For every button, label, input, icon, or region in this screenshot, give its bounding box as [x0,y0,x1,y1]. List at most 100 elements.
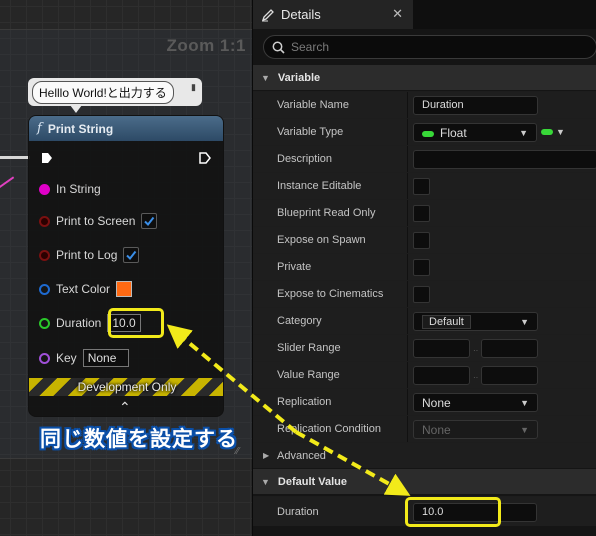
expose-to-cinematics-checkbox[interactable] [413,286,430,303]
variable-type-label: Variable Type [277,126,344,138]
comment-tail [70,105,82,113]
expose-on-spawn-checkbox[interactable] [413,232,430,249]
in-string-label: In String [56,182,101,196]
row-replication: Replication None ▼ [253,388,596,416]
text-color-swatch[interactable] [116,281,133,297]
row-blueprint-read-only: Blueprint Read Only [253,199,596,227]
exec-in-pin-icon[interactable] [41,152,53,164]
expose-to-cinematics-label: Expose to Cinematics [277,288,384,300]
print-to-screen-label: Print to Screen [56,214,136,228]
advanced-label: Advanced [277,450,326,462]
chevron-right-icon: ▶ [263,451,270,460]
section-variable[interactable]: ▼ Variable [253,65,596,90]
chevron-down-icon: ▼ [520,316,529,327]
slider-range-min-input[interactable] [413,339,470,358]
variable-name-input[interactable]: Duration [413,96,538,115]
private-label: Private [277,261,312,273]
struct-pin-icon[interactable] [39,283,50,295]
pencil-icon [261,8,274,21]
blueprint-read-only-label: Blueprint Read Only [277,207,376,219]
function-icon: f [37,121,42,136]
row-description: Description [253,145,596,173]
default-duration-label: Duration [277,506,319,518]
duration-label: Duration [56,316,102,330]
close-icon[interactable]: ✕ [392,6,403,22]
key-input[interactable]: None [82,349,129,367]
single-container-icon [541,129,553,135]
category-value: Default [422,314,471,329]
description-input[interactable] [413,150,596,169]
chevron-up-icon[interactable]: ⌃ [119,399,131,416]
print-to-log-label: Print to Log [56,248,118,262]
chevron-down-icon: ▼ [520,424,529,435]
section-default-value-label: Default Value [277,475,347,488]
bool-pin-icon[interactable] [39,215,50,227]
replication-value: None [422,395,451,410]
in-string-pin-row[interactable]: In String [39,179,101,199]
print-to-screen-checkbox[interactable] [141,213,158,229]
development-only-label: Development Only [77,380,177,394]
chevron-down-icon: ▼ [261,476,270,487]
print-to-screen-row[interactable]: Print to Screen [39,211,158,231]
key-pin-row[interactable]: Key None [39,348,129,368]
comment-bubble[interactable]: Helllo World!と出力する ▮ [28,78,202,106]
tab-bar: Details ✕ [253,0,596,29]
float-pin-icon[interactable] [39,317,50,329]
duration-highlight-box [108,308,164,338]
blueprint-graph[interactable]: Zoom 1:1 Helllo World!と出力する ▮ f Print St… [0,0,252,536]
string-pin-icon[interactable] [39,183,50,195]
details-panel: Details ✕ ▼ Variable Variable Name Durat… [252,0,596,536]
instance-editable-checkbox[interactable] [413,178,430,195]
checkmark-icon [144,216,155,227]
checkmark-icon [126,250,137,261]
variable-type-dropdown[interactable]: Float ▼ [413,123,537,142]
tab-title: Details [281,7,321,22]
pin-icon[interactable]: ▮ [191,82,199,94]
row-private: Private [253,253,596,281]
replication-dropdown[interactable]: None ▼ [413,393,538,412]
variable-name-label: Variable Name [277,99,349,111]
print-to-log-row[interactable]: Print to Log [39,245,140,265]
chevron-down-icon: ▼ [519,127,528,138]
node-header[interactable]: f Print String [29,116,223,141]
row-expose-to-cinematics: Expose to Cinematics [253,280,596,308]
text-color-label: Text Color [56,282,111,296]
category-dropdown[interactable]: Default ▼ [413,312,538,331]
annotation-text: 同じ数値を設定する [40,428,238,451]
exec-out-pin-icon[interactable] [199,152,211,164]
row-replication-condition: Replication Condition None ▼ [253,415,596,443]
description-label: Description [277,153,333,165]
bool-pin-icon[interactable] [39,249,50,261]
row-category: Category Default ▼ [253,307,596,335]
replication-condition-value: None [422,422,451,437]
search-icon [272,41,285,54]
chevron-down-icon: ▼ [556,127,565,137]
replication-condition-label: Replication Condition [277,423,381,435]
value-range-min-input[interactable] [413,366,470,385]
search-box[interactable] [263,35,596,59]
slider-range-max-input[interactable] [481,339,538,358]
name-pin-icon[interactable] [39,352,50,364]
zoom-label: Zoom 1:1 [166,36,246,55]
slider-range-label: Slider Range [277,342,341,354]
key-label: Key [56,351,77,365]
text-color-row[interactable]: Text Color [39,279,133,299]
value-range-max-input[interactable] [481,366,538,385]
search-input[interactable] [291,40,571,54]
row-slider-range: Slider Range ·· [253,334,596,362]
container-type-dropdown[interactable]: ▼ [541,127,565,137]
comment-text: Helllo World!と出力する [32,81,174,104]
print-string-node[interactable]: f Print String In String Print to Screen… [28,115,224,417]
row-value-range: Value Range ·· [253,361,596,389]
row-variable-name: Variable Name Duration [253,91,596,119]
blueprint-read-only-checkbox[interactable] [413,205,430,222]
row-advanced[interactable]: ▶ Advanced [253,442,596,468]
print-to-log-checkbox[interactable] [123,247,140,263]
section-variable-label: Variable [277,71,321,84]
category-label: Category [277,315,322,327]
tab-details[interactable]: Details ✕ [253,0,413,29]
row-variable-type: Variable Type Float ▼ ▼ [253,118,596,146]
private-checkbox[interactable] [413,259,430,276]
node-title: Print String [47,121,114,136]
section-default-value[interactable]: ▼ Default Value [253,469,596,494]
